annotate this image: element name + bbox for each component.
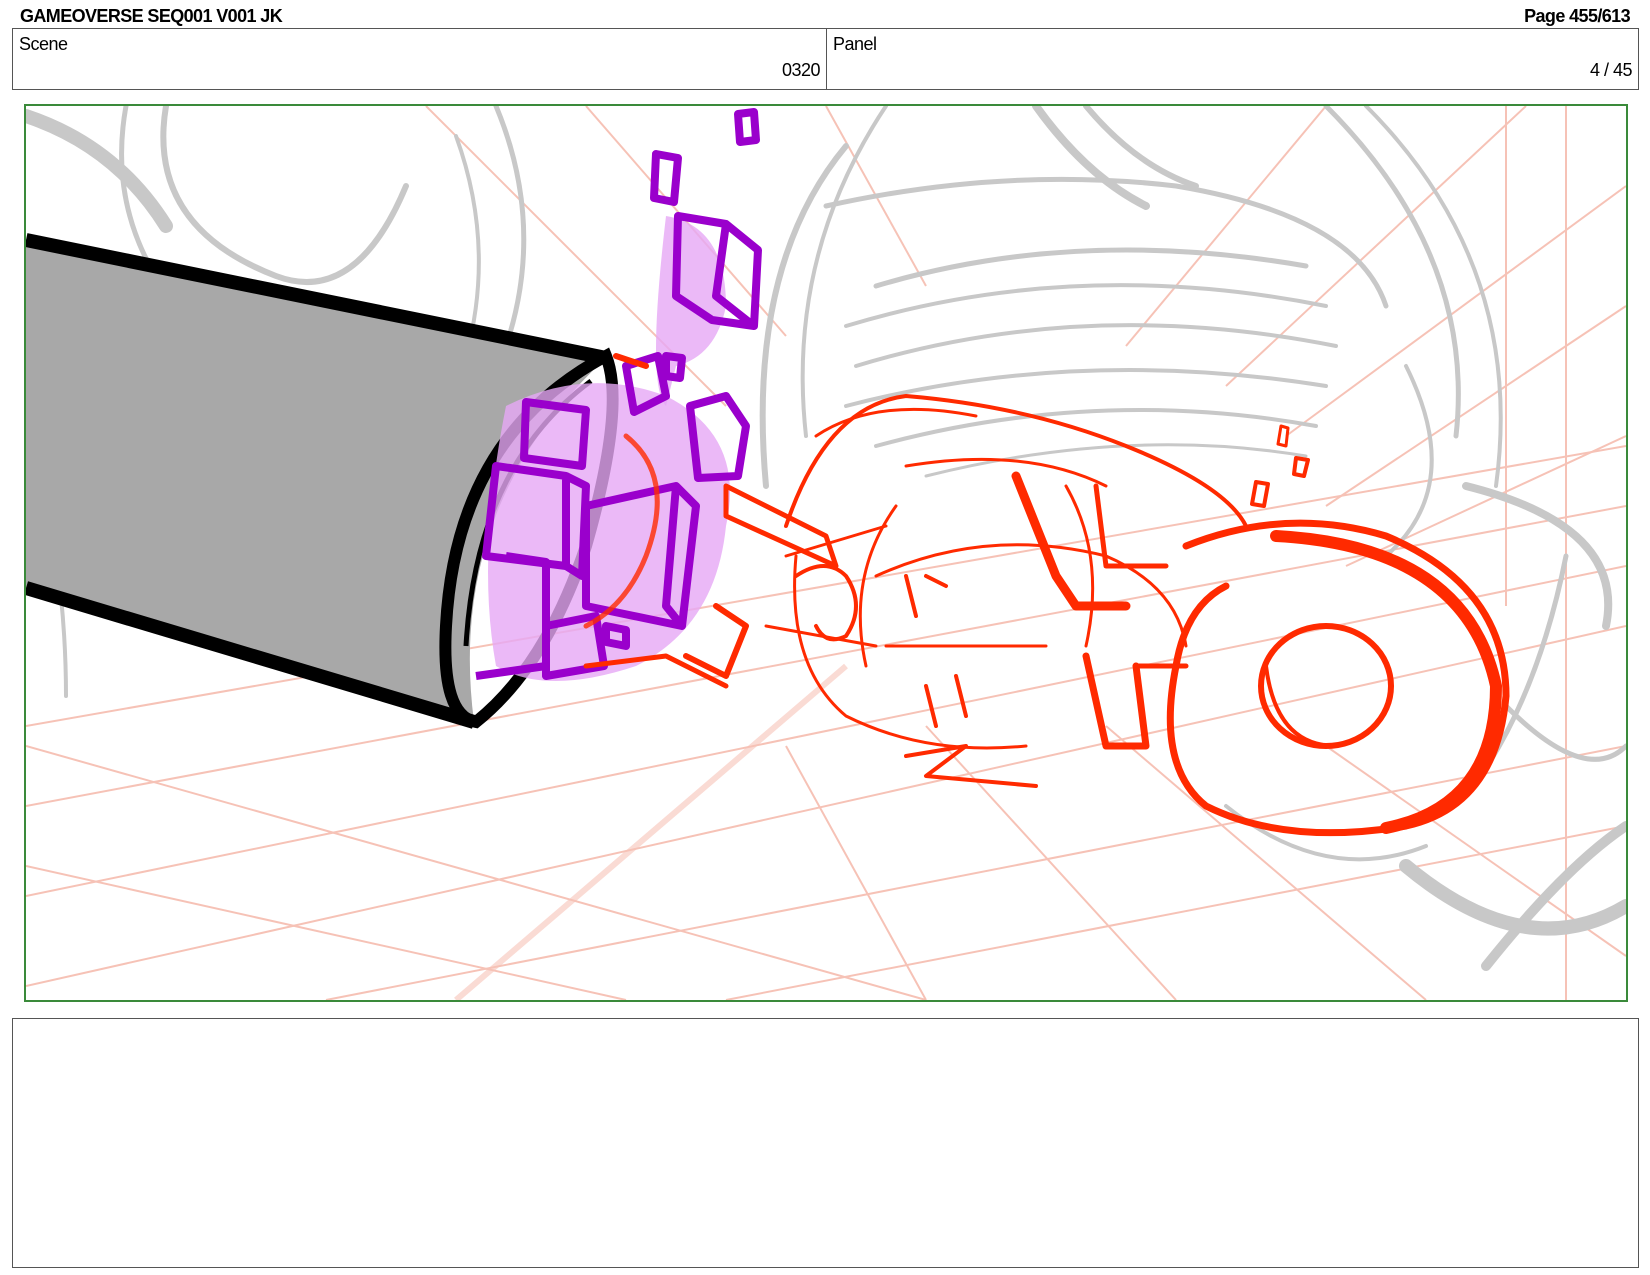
scene-label: Scene: [19, 34, 68, 54]
panel-field: Panel 4 / 45: [826, 28, 1639, 90]
character-sketch: [583, 353, 1510, 837]
document-title: GAMEOVERSE SEQ001 V001 JK: [20, 6, 283, 26]
storyboard-drawing: [26, 106, 1626, 1000]
notes-box: [12, 1018, 1639, 1268]
page-number: Page 455/613: [1524, 6, 1630, 26]
scene-number: 0320: [781, 60, 821, 80]
scene-field: Scene 0320: [12, 28, 827, 90]
storyboard-frame: [24, 104, 1628, 1002]
panel-label: Panel: [833, 34, 877, 54]
panel-number: 4 / 45: [1589, 60, 1633, 80]
